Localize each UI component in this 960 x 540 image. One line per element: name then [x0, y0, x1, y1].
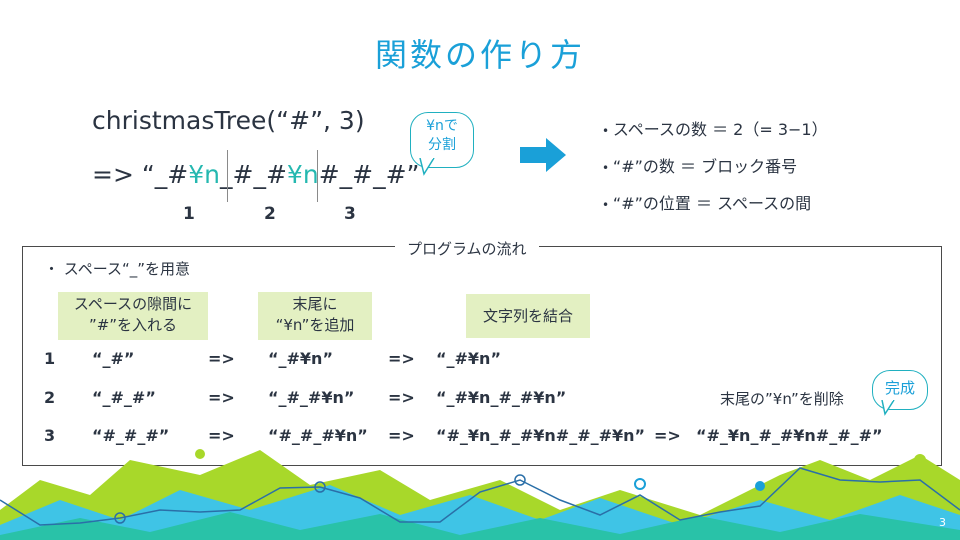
result-line: => “_#¥n_#_#¥n#_#_#” — [92, 160, 419, 189]
row-joined: “_#¥n” — [436, 349, 501, 368]
split-bubble-line-1: ¥nで — [426, 118, 458, 134]
result-seg-1: _# — [154, 160, 189, 189]
bubble-tail-icon — [419, 158, 435, 176]
segment-index-3: 3 — [344, 204, 356, 224]
row-arrow: => — [208, 388, 235, 407]
row-number: 1 — [44, 349, 56, 368]
flow-box-label: プログラムの流れ — [395, 238, 539, 259]
slide-title: 関数の作り方 — [374, 36, 585, 74]
result-seg-2: _#_# — [220, 160, 287, 189]
row-arrow: => — [208, 349, 235, 368]
row-number: 2 — [44, 388, 56, 407]
rules-list: スペースの数 ＝ 2（= 3−1） “#”の数 ＝ ブロック番号 “#”の位置 … — [602, 112, 828, 223]
segment-index-1: 1 — [183, 204, 195, 224]
row-initial: “_#” — [92, 349, 135, 368]
segment-index-2: 2 — [264, 204, 276, 224]
step-box-line: スペースの隙間に — [73, 295, 193, 313]
result-newline-1: ¥n — [188, 160, 221, 189]
step-box-insert: スペースの隙間に ”#”を入れる — [58, 292, 208, 340]
row-arrow: => — [388, 349, 415, 368]
row-appended: “_#_#¥n” — [268, 388, 355, 407]
footer-decoration — [0, 449, 960, 540]
split-bubble-line-2: 分割 — [428, 137, 456, 153]
step-box-append: 末尾に “¥n”を追加 — [258, 292, 372, 340]
row-joined: “_#¥n_#_#¥n” — [436, 388, 567, 407]
space-note: ・ スペース“_”を用意 — [44, 260, 191, 278]
rule-item: “#”の数 ＝ ブロック番号 — [602, 149, 828, 186]
step-box-line: 末尾に — [292, 295, 338, 313]
delete-note: 末尾の”¥n”を削除 — [720, 390, 844, 408]
step-box-line: ”#”を入れる — [88, 316, 178, 334]
result-prefix: => “ — [92, 160, 155, 189]
right-arrow-icon — [520, 138, 566, 172]
bubble-tail-icon — [881, 400, 895, 416]
step-box-line: 文字列を結合 — [482, 307, 573, 325]
row-arrow: => — [388, 388, 415, 407]
page-number: 3 — [939, 516, 946, 529]
step-box-join: 文字列を結合 — [466, 294, 590, 338]
segment-divider — [317, 150, 318, 202]
rule-item: スペースの数 ＝ 2（= 3−1） — [602, 112, 828, 149]
row-initial: “_#_#” — [92, 388, 156, 407]
rule-item: “#”の位置 ＝ スペースの間 — [602, 186, 828, 223]
function-call: christmasTree(“#”, 3) — [92, 106, 365, 135]
segment-divider — [227, 150, 228, 202]
result-newline-2: ¥n — [286, 160, 319, 189]
row-appended: “_#¥n” — [268, 349, 333, 368]
result-seg-3: #_#_# — [318, 160, 407, 189]
step-box-line: “¥n”を追加 — [275, 316, 355, 334]
